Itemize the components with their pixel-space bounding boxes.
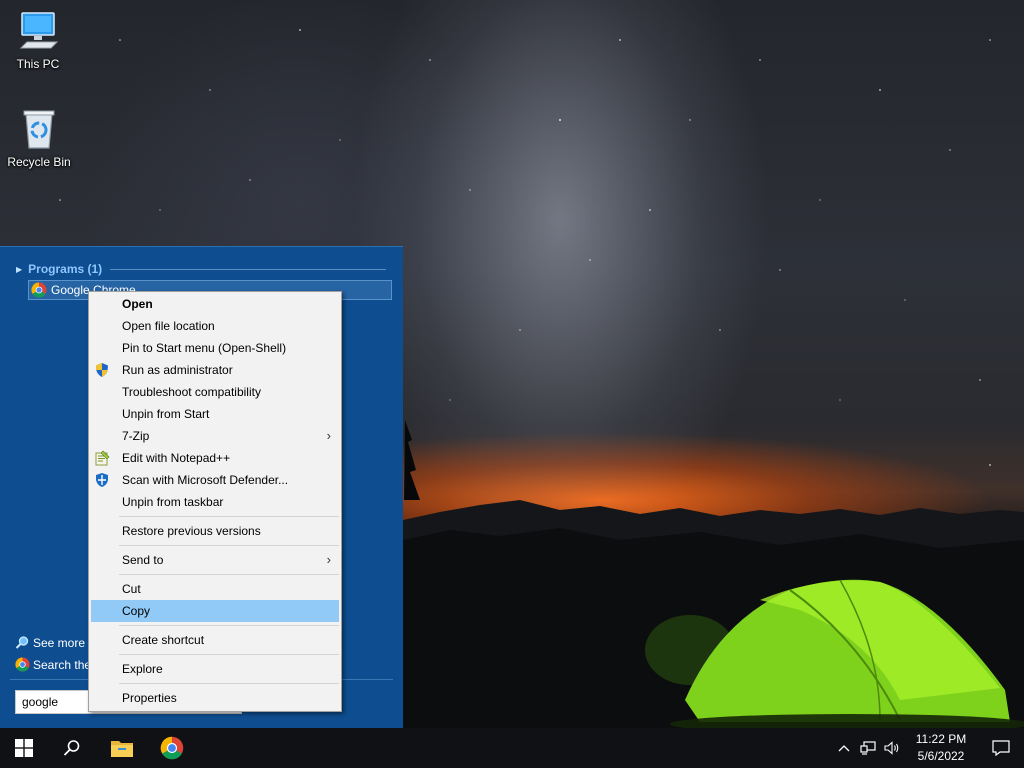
menu-item-label: Open <box>122 297 153 311</box>
menu-separator <box>119 545 339 546</box>
menu-item-unpin-from-taskbar[interactable]: Unpin from taskbar <box>89 491 341 513</box>
volume-icon <box>884 741 899 755</box>
menu-item-label: Create shortcut <box>122 633 205 647</box>
menu-item-edit-with-notepad-plus-plus[interactable]: Edit with Notepad++ <box>89 447 341 469</box>
menu-item-create-shortcut[interactable]: Create shortcut <box>89 629 341 651</box>
uac-shield-icon <box>96 363 108 377</box>
taskbar: 11:22 PM 5/6/2022 <box>0 728 1024 768</box>
start-button[interactable] <box>0 728 48 768</box>
notification-icon <box>992 740 1010 756</box>
system-tray: 11:22 PM 5/6/2022 <box>832 728 1024 768</box>
submenu-arrow-icon: › <box>326 428 331 443</box>
menu-item-label: Run as administrator <box>122 363 233 377</box>
magnifier-icon <box>15 636 29 649</box>
menu-item-label: Pin to Start menu (Open-Shell) <box>122 341 287 355</box>
search-web-link[interactable]: Search the <box>15 657 91 672</box>
taskbar-search-button[interactable] <box>48 728 96 768</box>
menu-item-properties[interactable]: Properties <box>89 687 341 709</box>
menu-item-open-file-location[interactable]: Open file location <box>89 315 341 337</box>
menu-item-label: Cut <box>122 582 141 596</box>
taskbar-file-explorer[interactable] <box>98 728 146 768</box>
menu-separator <box>119 516 339 517</box>
network-icon <box>860 741 876 755</box>
menu-item-label: Edit with Notepad++ <box>122 451 231 465</box>
menu-separator <box>119 625 339 626</box>
recycle-bin-icon <box>23 110 55 149</box>
menu-item-cut[interactable]: Cut <box>89 578 341 600</box>
show-hidden-icons-button[interactable] <box>832 728 856 768</box>
chrome-icon <box>15 657 30 672</box>
menu-item-label: Send to <box>122 553 164 567</box>
chrome-icon <box>31 282 47 298</box>
menu-item-unpin-from-start[interactable]: Unpin from Start <box>89 403 341 425</box>
menu-item-run-as-administrator[interactable]: Run as administrator <box>89 359 341 381</box>
search-icon <box>63 740 80 756</box>
menu-item-label: Open file location <box>122 319 215 333</box>
menu-item-label: Unpin from Start <box>122 407 210 421</box>
menu-separator <box>119 683 339 684</box>
menu-item-label: Scan with Microsoft Defender... <box>122 473 289 487</box>
taskbar-clock[interactable]: 11:22 PM 5/6/2022 <box>904 731 978 765</box>
menu-item-pin-to-start[interactable]: Pin to Start menu (Open-Shell) <box>89 337 341 359</box>
see-more-results-link[interactable]: See more r <box>15 635 92 650</box>
desktop-icon-this-pc[interactable]: This PC <box>0 8 76 71</box>
windows-start-icon <box>15 739 33 757</box>
menu-item-scan-with-defender[interactable]: Scan with Microsoft Defender... <box>89 469 341 491</box>
menu-separator <box>119 654 339 655</box>
chrome-icon <box>160 736 184 760</box>
menu-item-explore[interactable]: Explore <box>89 658 341 680</box>
menu-item-label: Unpin from taskbar <box>122 495 224 509</box>
menu-item-open[interactable]: Open <box>89 293 341 315</box>
menu-item-label: Properties <box>122 691 177 705</box>
notepad-plus-plus-icon <box>95 450 110 466</box>
menu-item-troubleshoot-compatibility[interactable]: Troubleshoot compatibility <box>89 381 341 403</box>
file-explorer-icon <box>111 741 133 757</box>
menu-item-label: Copy <box>122 604 151 618</box>
menu-item-copy[interactable]: Copy <box>91 600 339 622</box>
taskbar-google-chrome[interactable] <box>148 728 196 768</box>
clock-time: 11:22 PM <box>915 732 967 746</box>
menu-separator <box>119 574 339 575</box>
menu-item-label: Explore <box>122 662 163 676</box>
computer-icon <box>19 12 59 49</box>
network-button[interactable] <box>856 728 880 768</box>
desktop-icon-label: Recycle Bin <box>7 155 71 169</box>
action-center-button[interactable] <box>978 728 1024 768</box>
menu-item-label: Troubleshoot compatibility <box>122 385 261 399</box>
programs-header[interactable]: ▶ Programs (1) <box>16 261 386 277</box>
menu-item-7zip[interactable]: 7-Zip › <box>89 425 341 447</box>
header-divider <box>110 268 386 270</box>
submenu-arrow-icon: › <box>326 552 331 567</box>
desktop-icon-label: This PC <box>16 57 60 71</box>
desktop-icon-recycle-bin[interactable]: Recycle Bin <box>1 106 77 169</box>
menu-item-label: Restore previous versions <box>122 524 261 538</box>
menu-item-send-to[interactable]: Send to › <box>89 549 341 571</box>
clock-date: 5/6/2022 <box>917 749 965 763</box>
programs-header-label: Programs (1) <box>28 262 103 276</box>
menu-item-label: 7-Zip <box>122 429 150 443</box>
see-more-label: See more r <box>33 635 93 650</box>
chevron-up-icon <box>838 745 850 752</box>
context-menu: Open Open file location Pin to Start men… <box>88 291 342 712</box>
volume-button[interactable] <box>880 728 904 768</box>
menu-item-restore-previous-versions[interactable]: Restore previous versions <box>89 520 341 542</box>
defender-icon <box>96 473 108 487</box>
search-web-label: Search the <box>33 657 92 672</box>
tree-silhouette <box>404 420 420 500</box>
expand-arrow-icon: ▶ <box>16 264 23 274</box>
